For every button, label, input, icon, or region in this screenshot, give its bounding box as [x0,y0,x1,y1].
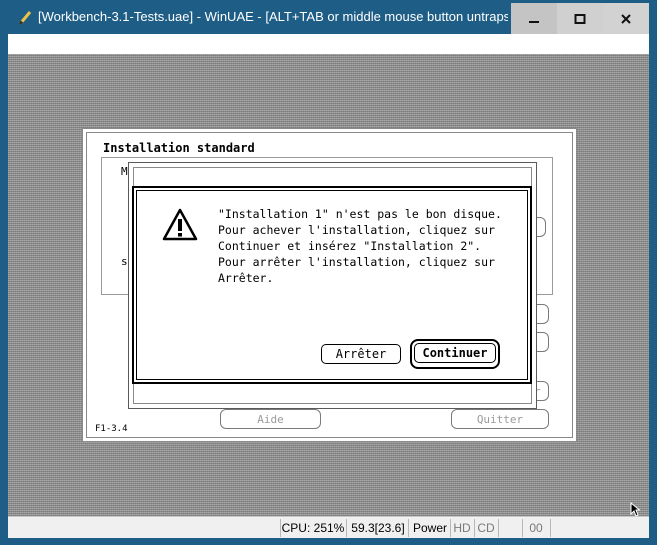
minimize-button[interactable] [511,3,557,34]
fps-readout: 59.3[23.6] [346,519,409,537]
maximize-button[interactable] [557,3,603,34]
warning-icon [162,208,198,241]
alert-message-line: Pour achever l'installation, cliquez sur [218,223,495,237]
mouse-cursor-icon [630,502,640,517]
status-cell-empty [8,519,276,537]
alert-message-line: Pour arrêter l'installation, cliquez sur [218,255,495,269]
pencil-icon [18,11,32,25]
wrong-disk-alert: "Installation 1" n'est pas le bon disque… [132,186,532,384]
close-button[interactable] [603,3,649,34]
status-cell-empty [498,519,523,537]
cd-led: CD [474,519,497,537]
stop-button-label: Arrêter [335,347,387,361]
installer-partial-label: s [121,255,128,268]
status-bar: CPU: 251% 59.3[23.6] Power HD CD 00 [8,516,649,539]
workbench-screen-titlebar [8,34,649,55]
continue-button[interactable]: Continuer [414,343,496,363]
installer-title: Installation standard [103,141,255,155]
installer-partial-label: M [121,165,128,178]
quit-button[interactable]: Quitter [451,409,549,429]
installer-version: F1-3.4 [95,424,128,434]
alert-message-line: "Installation 1" n'est pas le bon disque… [218,207,502,221]
quit-button-label: Quitter [476,412,524,426]
alert-message-line: Arrêter. [218,271,274,285]
continue-button-label: Continuer [422,346,488,360]
minimize-icon [529,20,539,23]
help-button[interactable]: Aide [220,409,321,429]
window-title-bar[interactable]: [Workbench-3.1-Tests.uae] - WinUAE - [AL… [0,0,657,34]
stop-button[interactable]: Arrêter [321,344,401,364]
df0-track: 00 [522,519,549,537]
power-led: Power [408,519,451,537]
window-bottom-border [0,538,657,545]
help-button-label: Aide [257,412,284,426]
status-cell-empty [550,519,648,537]
emulator-screen[interactable]: Installation standard M s er Aide Quitte… [8,34,649,516]
window-title: [Workbench-3.1-Tests.uae] - WinUAE - [AL… [38,9,508,24]
hd-led: HD [450,519,473,537]
maximize-icon [574,13,586,24]
cpu-usage: CPU: 251% [280,519,345,537]
close-icon [621,13,631,24]
alert-message-line: Continuer et insérez "Installation 2". [218,239,482,253]
alert-message: "Installation 1" n'est pas le bon disque… [218,206,518,286]
